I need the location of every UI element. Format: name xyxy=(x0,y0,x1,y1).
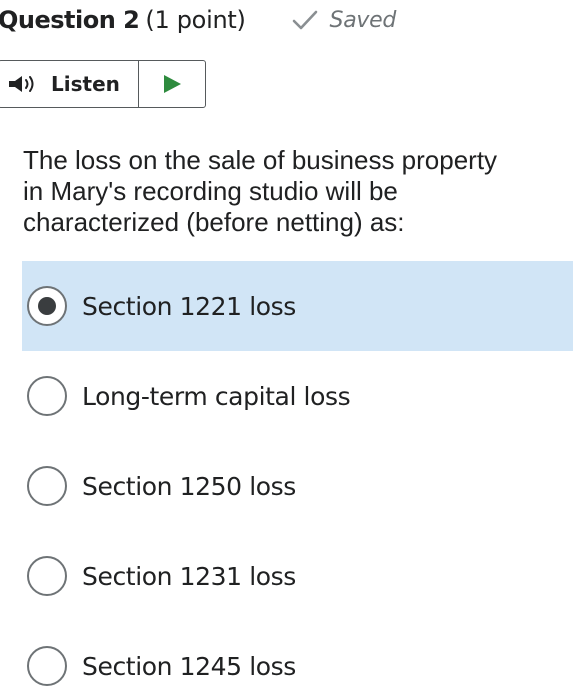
option-label: Long-term capital loss xyxy=(82,381,351,411)
option-section-1221[interactable]: Section 1221 loss xyxy=(22,261,573,351)
question-points: (1 point) xyxy=(145,6,246,34)
radio-button-selected[interactable] xyxy=(27,286,67,326)
option-section-1250[interactable]: Section 1250 loss xyxy=(22,441,573,531)
answer-options: Section 1221 loss Long-term capital loss… xyxy=(22,261,573,700)
checkmark-icon xyxy=(292,10,317,30)
play-button[interactable] xyxy=(139,61,205,107)
question-number: Question 2 xyxy=(0,6,140,34)
question-title: Question 2 (1 point) xyxy=(0,6,246,34)
question-line: The loss on the sale of business propert… xyxy=(23,145,498,175)
play-icon xyxy=(164,75,181,93)
question-header: Question 2 (1 point) Saved xyxy=(0,0,583,40)
option-label: Section 1231 loss xyxy=(82,561,296,591)
saved-status: Saved xyxy=(292,8,396,33)
option-label: Section 1221 loss xyxy=(82,291,296,321)
radio-button[interactable] xyxy=(27,376,67,416)
speaker-icon xyxy=(9,76,34,92)
option-section-1245[interactable]: Section 1245 loss xyxy=(22,621,573,700)
question-line: in Mary's recording studio will be xyxy=(23,176,398,206)
radio-button[interactable] xyxy=(27,556,67,596)
option-section-1231[interactable]: Section 1231 loss xyxy=(22,531,573,621)
option-label: Section 1250 loss xyxy=(82,471,296,501)
option-label: Section 1245 loss xyxy=(82,651,296,681)
saved-text: Saved xyxy=(329,7,397,33)
option-long-term-capital[interactable]: Long-term capital loss xyxy=(22,351,573,441)
listen-control: Listen xyxy=(0,60,206,108)
listen-label: Listen xyxy=(51,72,120,96)
question-prompt: The loss on the sale of business propert… xyxy=(23,145,573,238)
radio-dot xyxy=(38,297,56,315)
radio-button[interactable] xyxy=(27,646,67,686)
question-line: characterized (before netting) as: xyxy=(23,207,405,237)
listen-button[interactable]: Listen xyxy=(0,61,139,107)
radio-button[interactable] xyxy=(27,466,67,506)
